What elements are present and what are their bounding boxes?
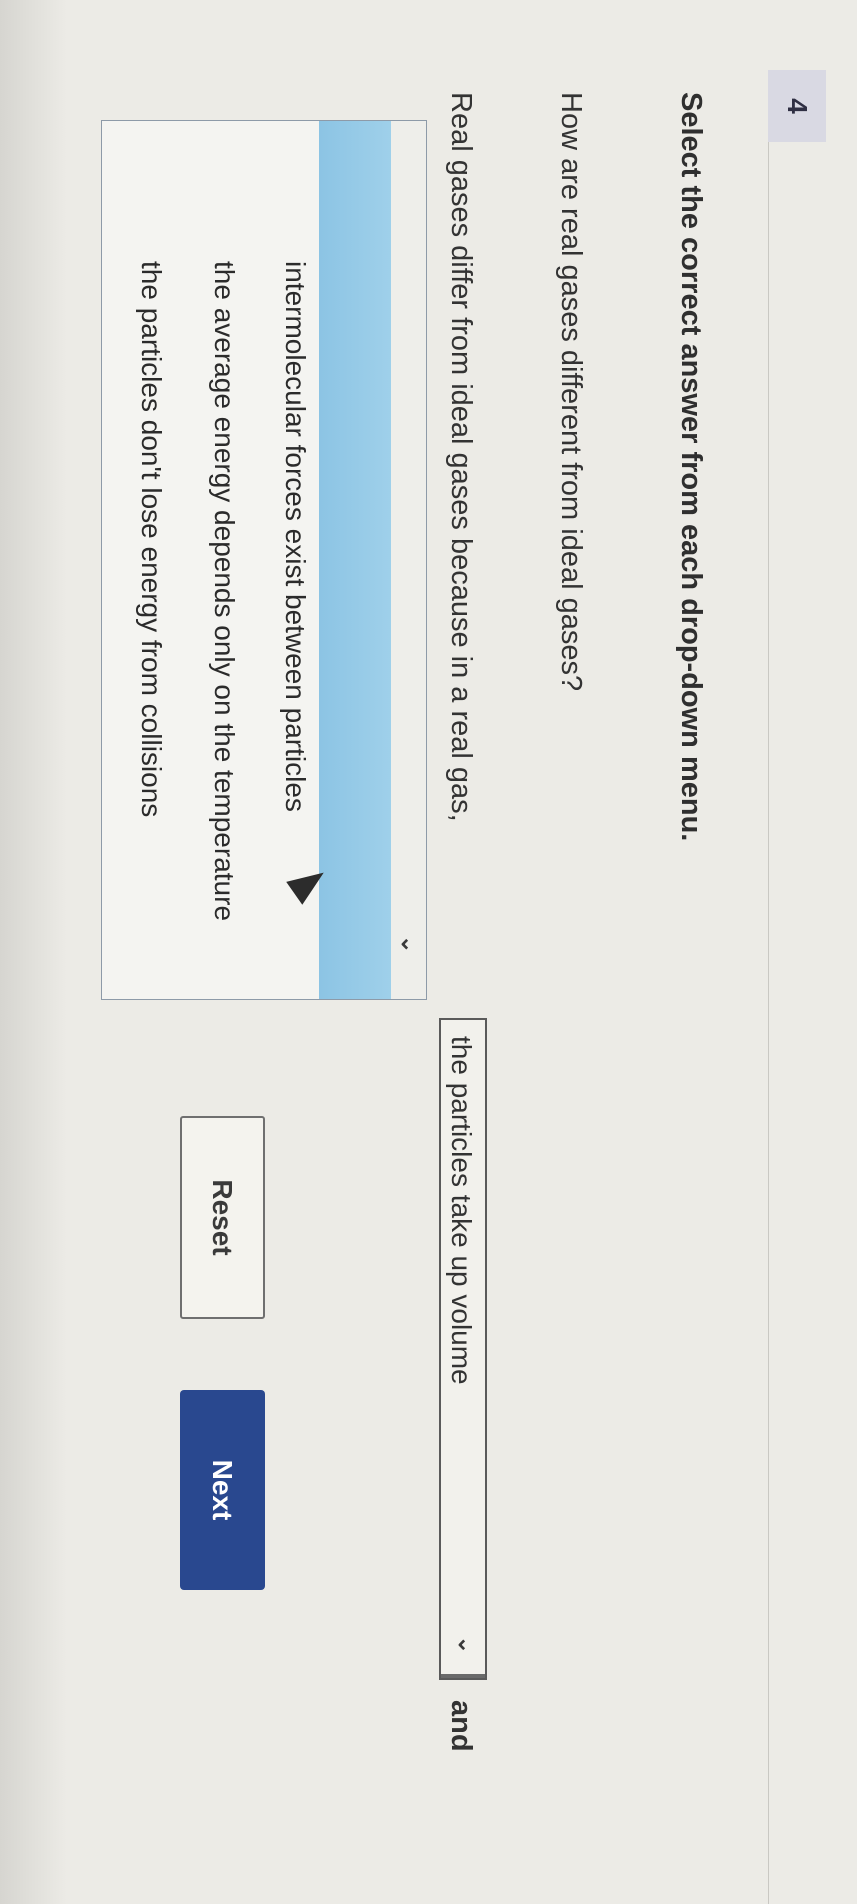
header-divider [768,142,769,1904]
question-number-badge: 4 [768,70,826,142]
dropdown-edge [441,1674,485,1678]
dropdown-option[interactable]: the particles don't lose energy from col… [135,261,167,817]
reset-button[interactable]: Reset [180,1116,265,1319]
first-answer-dropdown[interactable]: the particles take up volume ⌄ [439,1018,487,1680]
dropdown-option[interactable]: the average energy depends only on the t… [208,261,240,921]
question-text: How are real gases different from ideal … [555,92,587,692]
sentence-connector-text: and [445,1700,477,1752]
next-button[interactable]: Next [180,1390,265,1590]
instruction-text: Select the correct answer from each drop… [675,92,707,842]
dropdown-highlighted-blank-option[interactable] [319,121,391,999]
question-screen: 4 Select the correct answer from each dr… [0,0,857,1904]
second-answer-dropdown[interactable]: ⌄ intermolecular forces exist between pa… [101,120,427,1000]
screen-bottom-edge [0,0,67,1904]
first-dropdown-selected-value: the particles take up volume [446,1036,477,1385]
chevron-down-icon: ⌄ [397,935,422,954]
chevron-down-icon: ⌄ [454,1635,479,1654]
dropdown-option[interactable]: intermolecular forces exist between part… [279,261,311,812]
sentence-start-text: Real gases differ from ideal gases becau… [445,92,477,822]
second-dropdown-header[interactable]: ⌄ [391,121,427,999]
